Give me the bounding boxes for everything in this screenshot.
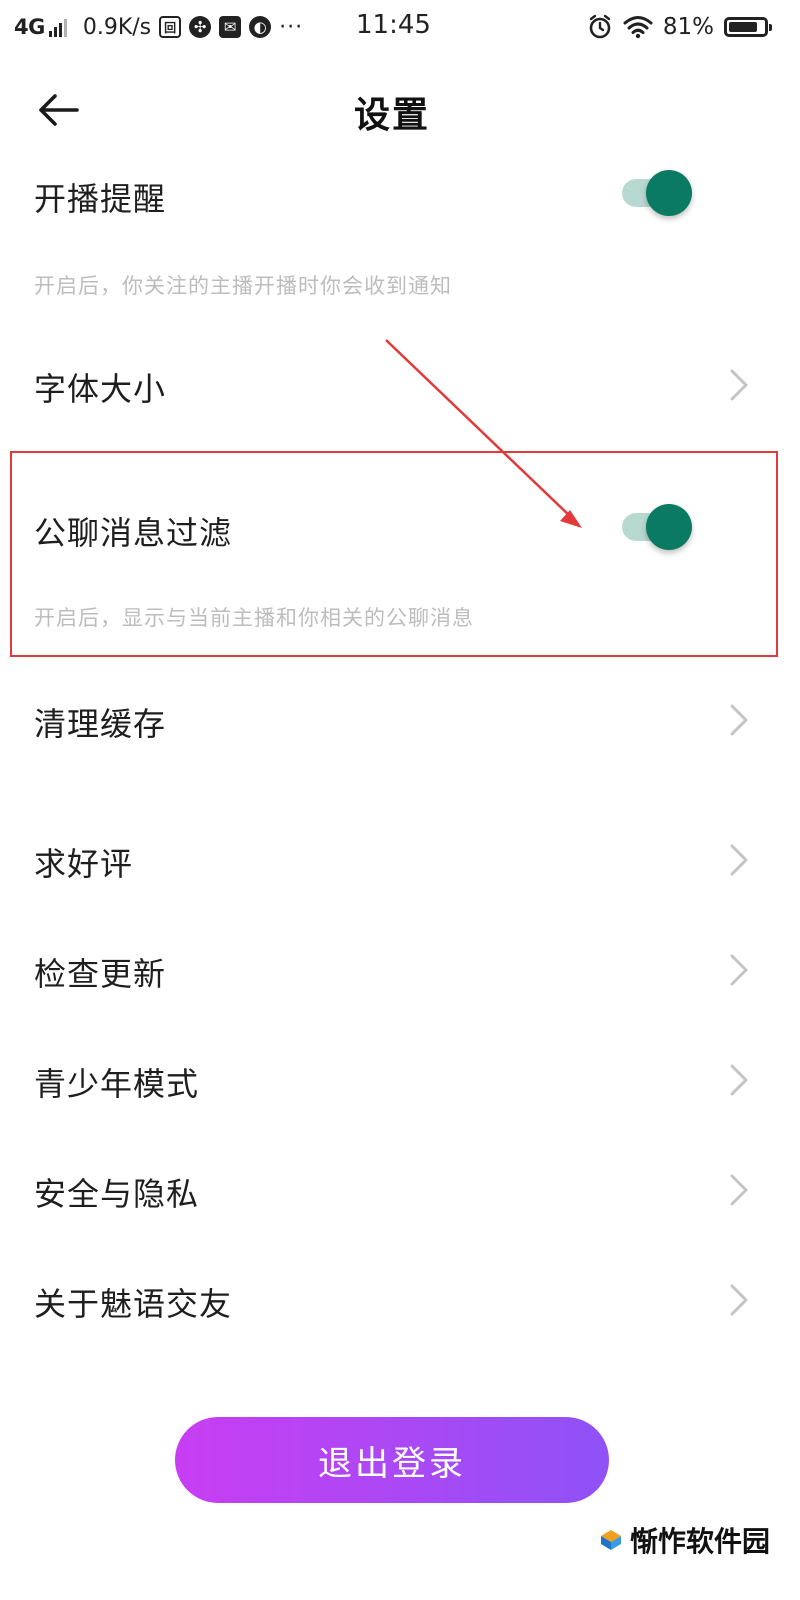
setting-label: 青少年模式 [34, 1065, 200, 1103]
setting-label: 关于魅语交友 [34, 1285, 233, 1323]
network-speed: 0.9K/s [82, 14, 152, 40]
setting-row-security-privacy[interactable]: 安全与隐私 [0, 1135, 784, 1245]
setting-row-check-update[interactable]: 检查更新 [0, 915, 784, 1025]
watermark: 惭怍软件园 [600, 1520, 770, 1560]
setting-label: 清理缓存 [34, 705, 167, 743]
notification-app-icon: 回 [159, 16, 182, 38]
setting-row-public-chat-filter[interactable]: 公聊消息过滤 开启后，显示与当前主播和你相关的公聊消息 [0, 490, 784, 640]
live-reminder-toggle[interactable] [622, 170, 692, 216]
setting-row-about[interactable]: 关于魅语交友 [0, 1245, 784, 1355]
chevron-right-icon [730, 704, 748, 736]
status-bar: 4G 0.9K/s 回 ✣ ✉ ◐ ··· 11:45 81% [0, 0, 784, 54]
setting-description: 开启后，你关注的主播开播时你会收到通知 [34, 274, 452, 298]
mail-app-icon: ✉ [219, 16, 242, 38]
battery-level-fill [729, 22, 757, 32]
more-notifications-icon: ··· [279, 14, 304, 40]
battery-percentage: 81% [662, 14, 714, 40]
alarm-icon [589, 14, 611, 39]
wifi-icon [623, 16, 653, 39]
signal-icon [48, 17, 67, 37]
setting-description: 开启后，显示与当前主播和你相关的公聊消息 [34, 606, 474, 630]
toggle-knob [646, 170, 692, 216]
setting-row-rate-app[interactable]: 求好评 [0, 805, 784, 915]
header: 设置 [0, 70, 784, 150]
setting-label: 求好评 [34, 845, 134, 883]
status-bar-right: 81% [587, 12, 772, 42]
setting-label: 开播提醒 [34, 180, 167, 218]
chevron-right-icon [730, 844, 748, 876]
fan-app-icon: ✣ [189, 16, 212, 38]
page-title: 设置 [353, 95, 430, 136]
chevron-right-icon [730, 1174, 748, 1206]
chevron-right-icon [730, 954, 748, 986]
setting-row-live-reminder[interactable]: 开播提醒 开启后，你关注的主播开播时你会收到通知 [0, 160, 784, 310]
setting-row-teen-mode[interactable]: 青少年模式 [0, 1025, 784, 1135]
setting-label: 检查更新 [34, 955, 167, 993]
chevron-right-icon [730, 1284, 748, 1316]
public-chat-filter-toggle[interactable] [622, 504, 692, 550]
network-type: 4G [14, 15, 45, 39]
status-time: 11:45 [356, 10, 431, 40]
setting-label: 公聊消息过滤 [34, 514, 233, 552]
setting-row-clear-cache[interactable]: 清理缓存 [0, 665, 784, 775]
setting-label: 字体大小 [34, 370, 167, 408]
battery-icon [724, 17, 772, 37]
watermark-text: 惭怍软件园 [629, 1525, 770, 1558]
logout-button[interactable]: 退出登录 [175, 1417, 609, 1503]
status-bar-left: 4G 0.9K/s 回 ✣ ✉ ◐ ··· [14, 12, 303, 42]
browser-app-icon: ◐ [249, 16, 272, 38]
toggle-knob [646, 504, 692, 550]
chevron-right-icon [730, 1064, 748, 1096]
setting-row-font-size[interactable]: 字体大小 [0, 330, 784, 440]
watermark-logo-icon [600, 1530, 621, 1550]
chevron-right-icon [730, 369, 748, 401]
setting-label: 安全与隐私 [34, 1175, 200, 1213]
